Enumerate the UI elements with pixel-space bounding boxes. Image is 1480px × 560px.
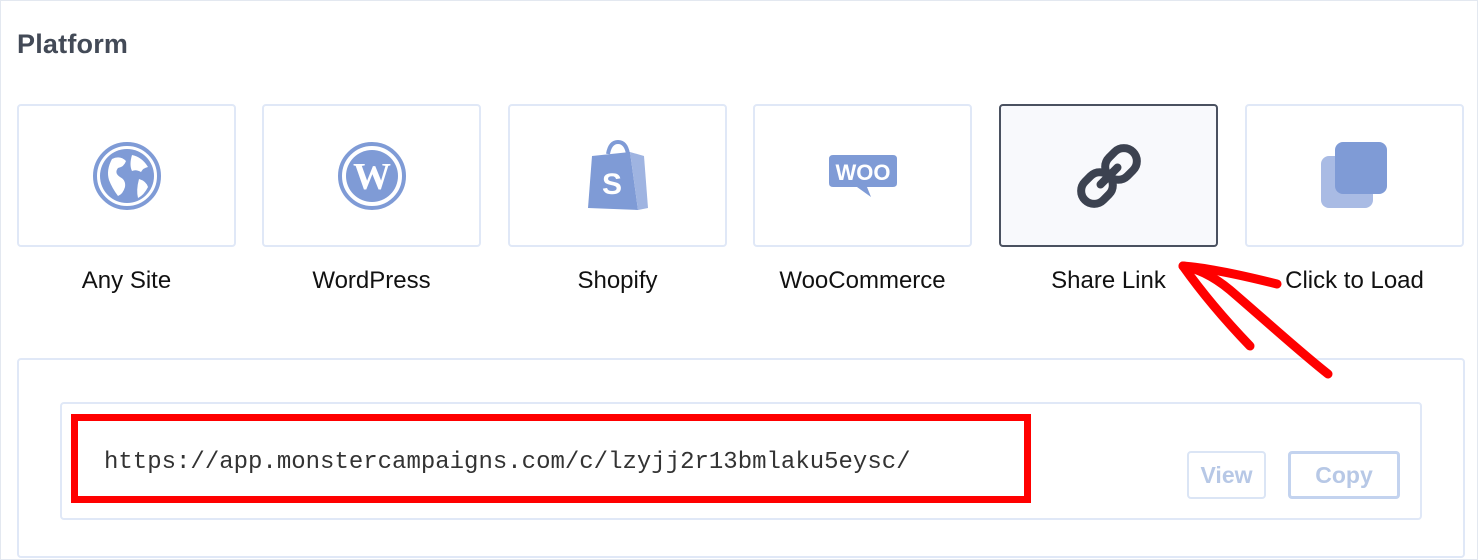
platform-panel: Platform Any Site W WordPress S Shopify … [0,0,1478,560]
svg-text:WOO: WOO [835,160,890,185]
copy-layers-icon [1319,140,1391,212]
platform-tile-any-site[interactable] [17,104,236,247]
platform-tile-share-link[interactable] [999,104,1218,247]
platform-label-shopify: Shopify [577,267,658,294]
platform-tile-wordpress[interactable]: W [262,104,481,247]
platform-label-woocommerce: WooCommerce [779,267,946,294]
chain-link-icon [1071,138,1147,214]
platform-label-click-to-load: Click to Load [1285,267,1424,294]
view-button[interactable]: View [1187,451,1266,499]
svg-text:W: W [353,156,391,198]
wordpress-icon: W [337,141,407,211]
globe-icon [92,141,162,211]
platform-label-wordpress: WordPress [312,267,431,294]
platform-tile-shopify[interactable]: S [508,104,727,247]
platform-tile-woocommerce[interactable]: WOO [753,104,972,247]
platform-label-share-link: Share Link [1051,267,1166,294]
platform-label-any-site: Any Site [81,267,172,294]
share-link-url[interactable]: https://app.monstercampaigns.com/c/lzyjj… [104,449,911,476]
shopify-bag-icon: S [586,139,650,212]
copy-button[interactable]: Copy [1288,451,1400,499]
woo-icon: WOO [827,153,899,199]
svg-text:S: S [601,168,621,201]
platform-tile-click-to-load[interactable] [1245,104,1464,247]
section-title: Platform [17,29,129,59]
